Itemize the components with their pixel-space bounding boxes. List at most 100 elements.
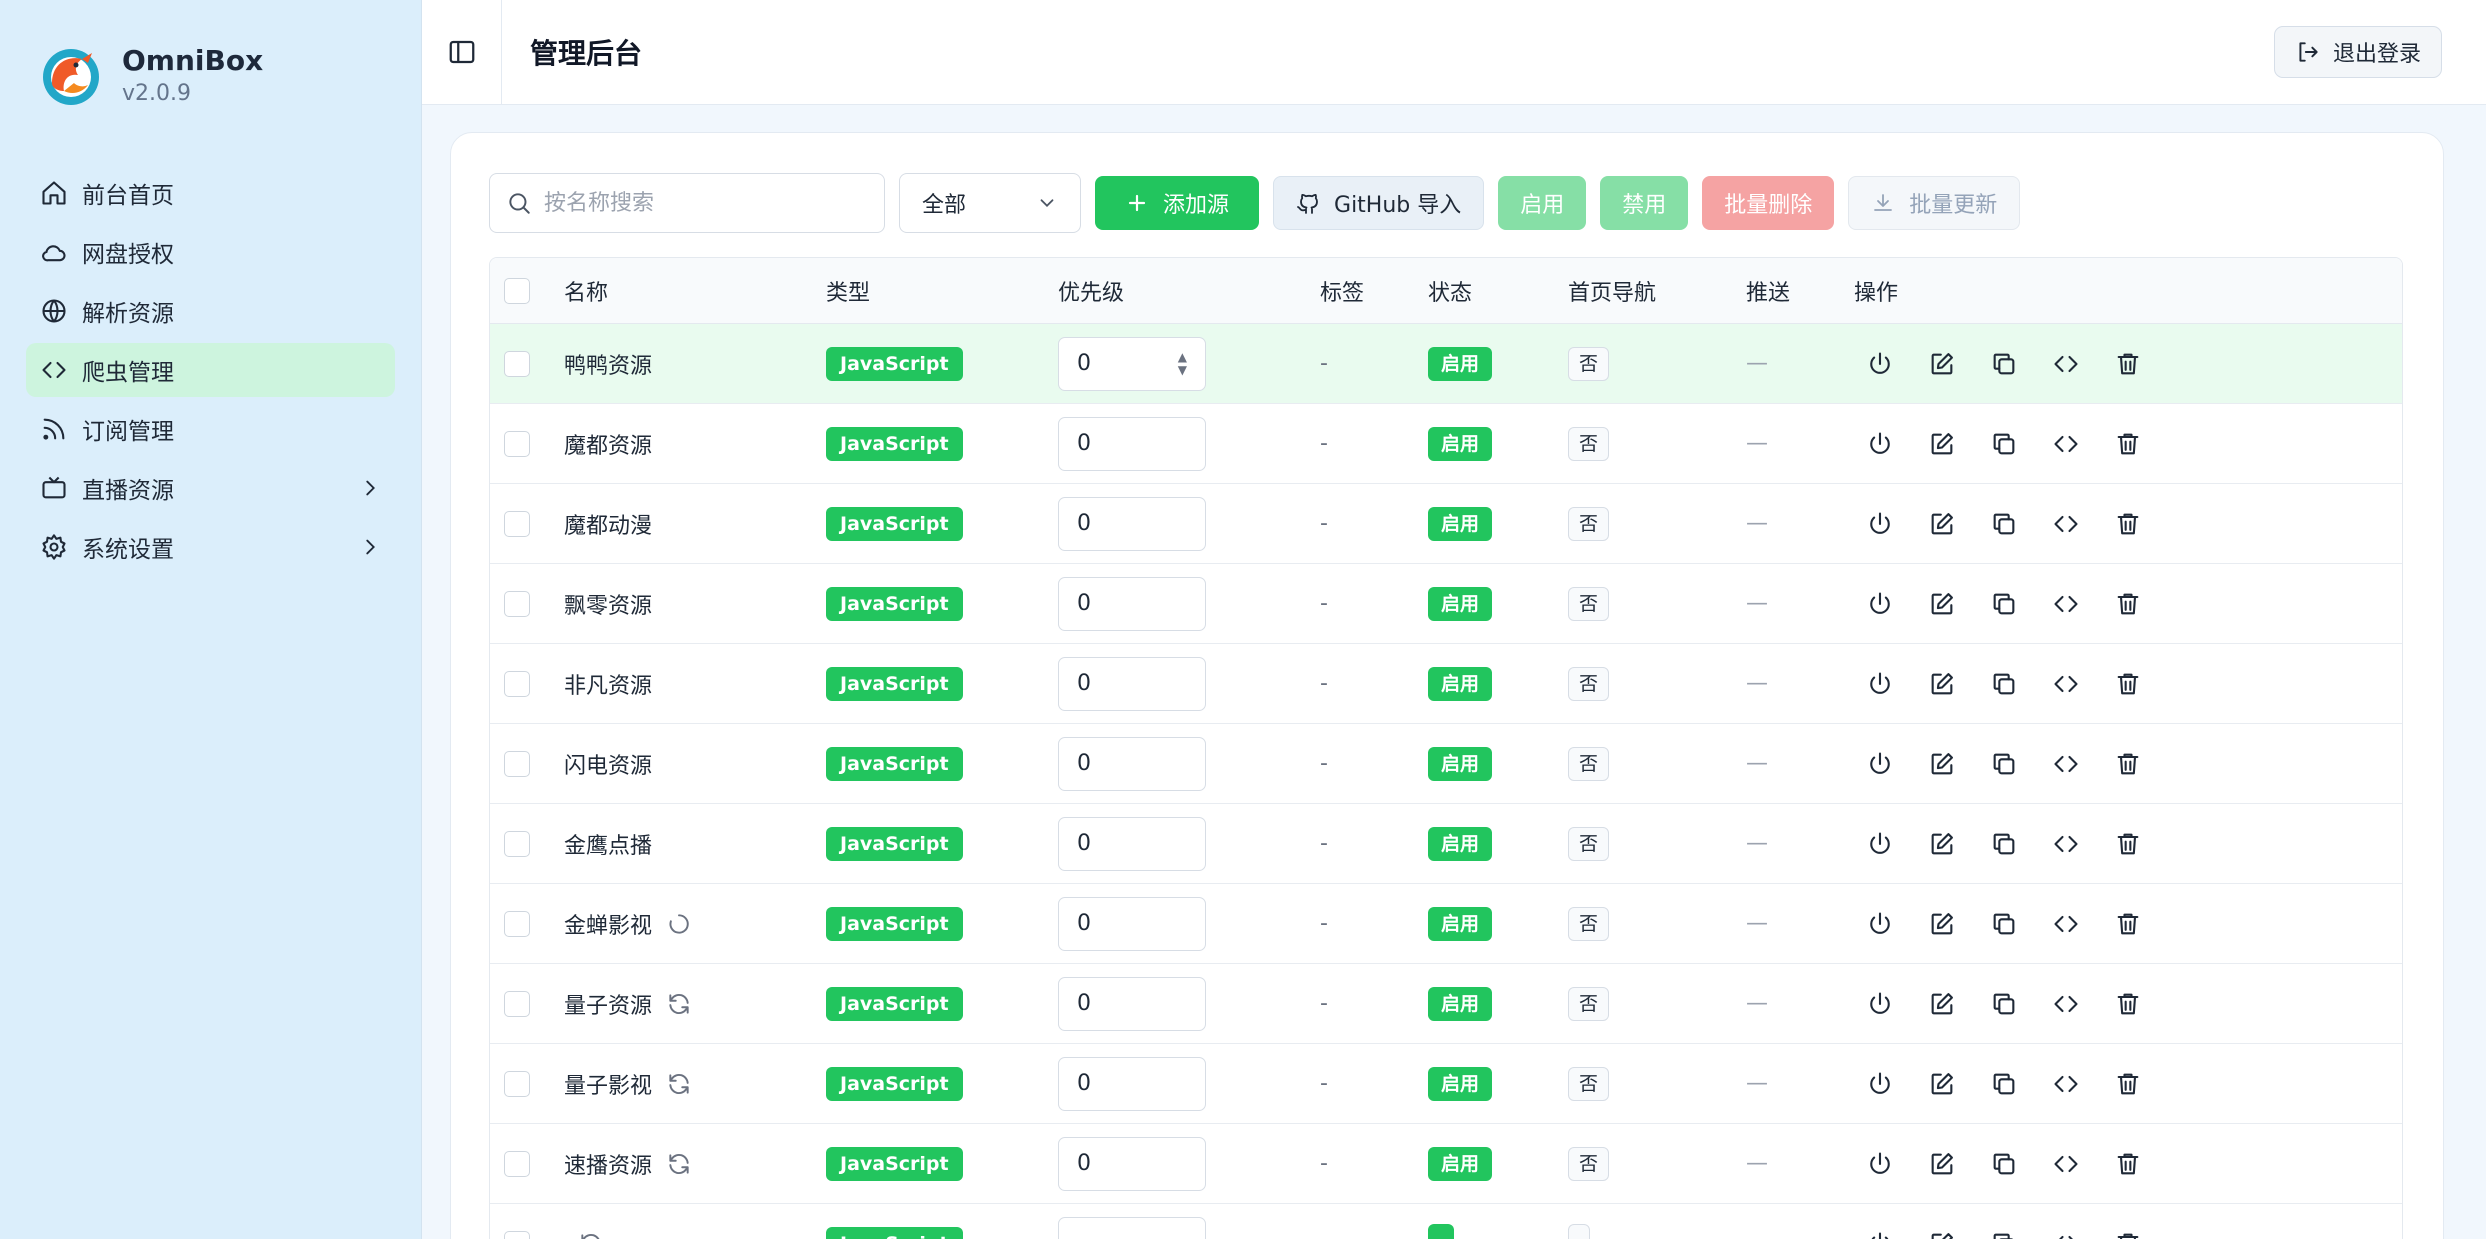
row-checkbox[interactable] <box>504 670 530 697</box>
edit-icon[interactable] <box>1928 750 1956 778</box>
trash-icon[interactable] <box>2114 1230 2142 1239</box>
github-import-button[interactable]: GitHub 导入 <box>1273 176 1485 230</box>
priority-input[interactable]: 0 <box>1058 1136 1206 1191</box>
home-nav-badge[interactable]: 否 <box>1568 746 1610 781</box>
table-row[interactable]: JavaScript <box>490 1204 2402 1239</box>
select-all-checkbox[interactable] <box>504 277 530 304</box>
trash-icon[interactable] <box>2114 350 2142 378</box>
copy-icon[interactable] <box>1990 350 2018 378</box>
power-icon[interactable] <box>1866 830 1894 858</box>
home-nav-badge[interactable]: 否 <box>1568 426 1610 461</box>
home-nav-badge[interactable]: 否 <box>1568 666 1610 701</box>
code-icon[interactable] <box>2052 830 2080 858</box>
trash-icon[interactable] <box>2114 990 2142 1018</box>
stepper-down-icon[interactable]: ▼ <box>1178 363 1187 377</box>
home-nav-badge[interactable]: 否 <box>1568 826 1610 861</box>
batch-enable-button[interactable]: 启用 <box>1498 176 1587 230</box>
priority-input[interactable]: 0 <box>1058 896 1206 951</box>
power-icon[interactable] <box>1866 350 1894 378</box>
home-nav-badge[interactable] <box>1568 1223 1590 1239</box>
row-checkbox[interactable] <box>504 750 530 777</box>
home-nav-badge[interactable]: 否 <box>1568 506 1610 541</box>
copy-icon[interactable] <box>1990 1070 2018 1098</box>
code-icon[interactable] <box>2052 910 2080 938</box>
row-checkbox[interactable] <box>504 350 530 377</box>
code-icon[interactable] <box>2052 510 2080 538</box>
edit-icon[interactable] <box>1928 670 1956 698</box>
copy-icon[interactable] <box>1990 670 2018 698</box>
copy-icon[interactable] <box>1990 510 2018 538</box>
row-checkbox[interactable] <box>504 990 530 1017</box>
trash-icon[interactable] <box>2114 910 2142 938</box>
code-icon[interactable] <box>2052 1230 2080 1239</box>
row-checkbox[interactable] <box>504 1150 530 1177</box>
copy-icon[interactable] <box>1990 430 2018 458</box>
power-icon[interactable] <box>1866 1070 1894 1098</box>
sidebar-item-cloud-auth[interactable]: 网盘授权 <box>26 225 395 279</box>
power-icon[interactable] <box>1866 1150 1894 1178</box>
home-nav-badge[interactable]: 否 <box>1568 906 1610 941</box>
batch-disable-button[interactable]: 禁用 <box>1600 176 1689 230</box>
edit-icon[interactable] <box>1928 990 1956 1018</box>
priority-input[interactable]: 0 <box>1058 816 1206 871</box>
copy-icon[interactable] <box>1990 910 2018 938</box>
priority-input[interactable]: 0 <box>1058 736 1206 791</box>
table-row[interactable]: 量子资源 JavaScript 0 - 启用 否 — <box>490 964 2402 1044</box>
table-row[interactable]: 金鹰点播 JavaScript 0 - 启用 否 — <box>490 804 2402 884</box>
trash-icon[interactable] <box>2114 830 2142 858</box>
trash-icon[interactable] <box>2114 670 2142 698</box>
row-checkbox[interactable] <box>504 830 530 857</box>
table-row[interactable]: 飘零资源 JavaScript 0 - 启用 否 — <box>490 564 2402 644</box>
home-nav-badge[interactable]: 否 <box>1568 1066 1610 1101</box>
code-icon[interactable] <box>2052 430 2080 458</box>
stepper-up-icon[interactable]: ▲ <box>1178 350 1187 364</box>
priority-input[interactable]: 0 <box>1058 496 1206 551</box>
table-row[interactable]: 金蝉影视 JavaScript 0 - 启用 否 — <box>490 884 2402 964</box>
table-row[interactable]: 非凡资源 JavaScript 0 - 启用 否 — <box>490 644 2402 724</box>
table-row[interactable]: 魔都动漫 JavaScript 0 - 启用 否 — <box>490 484 2402 564</box>
edit-icon[interactable] <box>1928 350 1956 378</box>
table-row[interactable]: 闪电资源 JavaScript 0 - 启用 否 — <box>490 724 2402 804</box>
copy-icon[interactable] <box>1990 750 2018 778</box>
table-row[interactable]: 鸭鸭资源 JavaScript 0 ▲ ▼ - 启用 否 — <box>490 324 2402 404</box>
table-row[interactable]: 速播资源 JavaScript 0 - 启用 否 — <box>490 1124 2402 1204</box>
power-icon[interactable] <box>1866 990 1894 1018</box>
priority-input[interactable]: 0 ▲ ▼ <box>1058 336 1206 391</box>
edit-icon[interactable] <box>1928 430 1956 458</box>
batch-delete-button[interactable]: 批量删除 <box>1702 176 1835 230</box>
priority-input[interactable]: 0 <box>1058 1056 1206 1111</box>
sidebar-item-settings[interactable]: 系统设置 <box>26 520 395 574</box>
logout-button[interactable]: 退出登录 <box>2273 26 2442 78</box>
power-icon[interactable] <box>1866 590 1894 618</box>
row-checkbox[interactable] <box>504 1070 530 1097</box>
power-icon[interactable] <box>1866 430 1894 458</box>
copy-icon[interactable] <box>1990 830 2018 858</box>
trash-icon[interactable] <box>2114 430 2142 458</box>
edit-icon[interactable] <box>1928 830 1956 858</box>
code-icon[interactable] <box>2052 750 2080 778</box>
sidebar-toggle-button[interactable] <box>422 0 502 105</box>
sidebar-item-subscribe[interactable]: 订阅管理 <box>26 402 395 456</box>
batch-update-button[interactable]: 批量更新 <box>1848 176 2021 230</box>
edit-icon[interactable] <box>1928 1150 1956 1178</box>
power-icon[interactable] <box>1866 510 1894 538</box>
edit-icon[interactable] <box>1928 590 1956 618</box>
edit-icon[interactable] <box>1928 1230 1956 1239</box>
brand[interactable]: OmniBox v2.0.9 <box>26 0 395 152</box>
trash-icon[interactable] <box>2114 1070 2142 1098</box>
priority-stepper[interactable]: ▲ ▼ <box>1178 350 1187 377</box>
table-row[interactable]: 魔都资源 JavaScript 0 - 启用 否 — <box>490 404 2402 484</box>
code-icon[interactable] <box>2052 670 2080 698</box>
table-row[interactable]: 量子影视 JavaScript 0 - 启用 否 — <box>490 1044 2402 1124</box>
copy-icon[interactable] <box>1990 1230 2018 1239</box>
search-input[interactable] <box>544 190 864 216</box>
edit-icon[interactable] <box>1928 1070 1956 1098</box>
code-icon[interactable] <box>2052 350 2080 378</box>
add-source-button[interactable]: 添加源 <box>1095 176 1260 230</box>
copy-icon[interactable] <box>1990 990 2018 1018</box>
row-checkbox[interactable] <box>504 590 530 617</box>
trash-icon[interactable] <box>2114 750 2142 778</box>
search-box[interactable] <box>489 173 885 233</box>
trash-icon[interactable] <box>2114 1150 2142 1178</box>
home-nav-badge[interactable]: 否 <box>1568 346 1610 381</box>
